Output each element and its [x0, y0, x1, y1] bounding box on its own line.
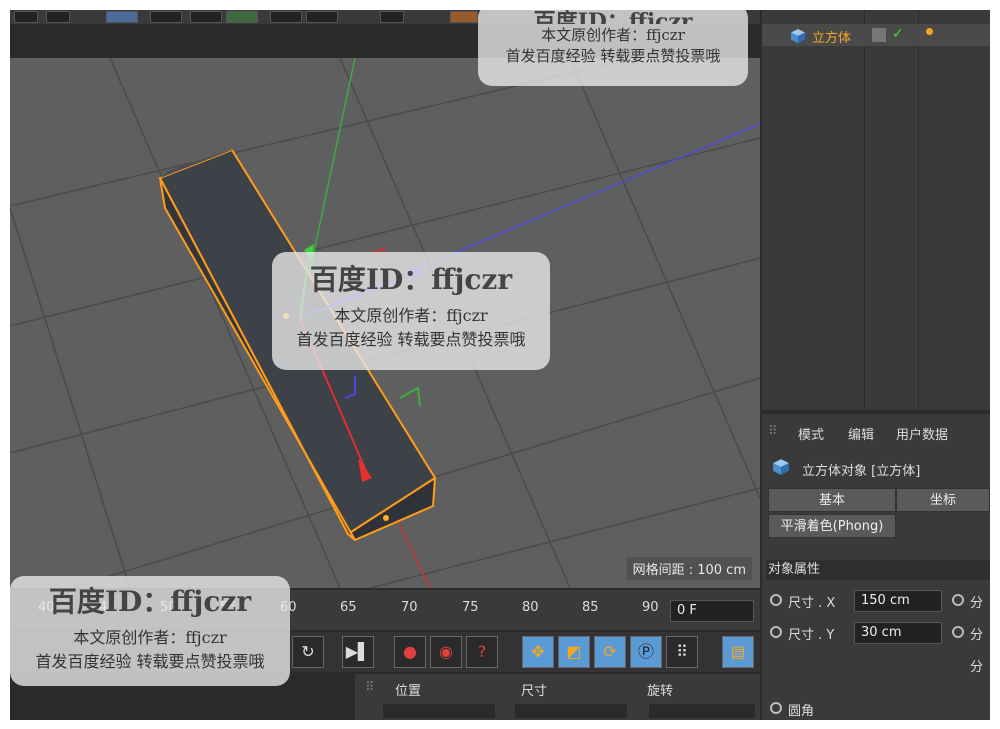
attribute-title: 立方体对象 [立方体]: [802, 464, 921, 479]
menu-user-data[interactable]: 用户数据: [896, 424, 948, 443]
radio-seg-y[interactable]: [952, 626, 964, 638]
radio-seg-x[interactable]: [952, 594, 964, 606]
attribute-manager: ⠿ 模式 编辑 用户数据 立方体对象 [立方体] 基本 坐标 平滑着色(Phon…: [762, 414, 990, 720]
nurbs-tool-icon[interactable]: [190, 11, 222, 23]
record-key-icon[interactable]: ●: [394, 636, 426, 668]
prop-label: 尺寸 . X: [788, 596, 836, 611]
tab-coord[interactable]: 坐标: [896, 488, 990, 512]
param-key-icon[interactable]: Ⓟ: [630, 636, 662, 668]
autokey-icon[interactable]: ◉: [430, 636, 462, 668]
play-icon[interactable]: [14, 11, 38, 23]
deformer-tool-icon[interactable]: [226, 11, 258, 23]
prop-size-z: 分: [970, 660, 984, 675]
prop-size-y: 尺寸 . Y 30 cm 分: [768, 622, 990, 646]
scale-key-icon[interactable]: ◩: [558, 636, 590, 668]
cube-icon: [791, 29, 805, 43]
key-help-icon[interactable]: ?: [466, 636, 498, 668]
check-icon[interactable]: ✓: [892, 26, 904, 42]
play-icon-2[interactable]: [46, 11, 70, 23]
radio-size-y[interactable]: [770, 626, 782, 638]
prop-label: 尺寸 . Y: [788, 628, 835, 643]
grip-icon: ⠿: [365, 680, 375, 695]
menu-edit[interactable]: 编辑: [848, 424, 874, 443]
loop-icon[interactable]: ↻: [292, 636, 324, 668]
watermark-bottom: 百度ID：ffjczr 本文原创作者：ffjczr 首发百度经验 转载要点赞投票…: [10, 576, 290, 686]
render-tool-icon[interactable]: [450, 11, 478, 23]
grip-icon: ⠿: [768, 424, 778, 439]
prop-fillet: 圆角: [768, 698, 990, 720]
material-tag-icon[interactable]: [926, 28, 933, 35]
menu-mode[interactable]: 模式: [798, 424, 824, 443]
scene-tool-icon[interactable]: [270, 11, 302, 23]
rotate-key-icon[interactable]: ⟳: [594, 636, 626, 668]
watermark-center: 百度ID：ffjczr 本文原创作者：ffjczr 首发百度经验 转载要点赞投票…: [272, 252, 550, 370]
watermark-top: 百度ID：ffjczr 本文原创作者：ffjczr 首发百度经验 转载要点赞投票…: [478, 10, 748, 86]
tab-basic[interactable]: 基本: [768, 488, 896, 512]
coord-rotation-header: 旋转: [647, 684, 674, 699]
camera-tool-icon[interactable]: [306, 11, 338, 23]
attribute-tabs: 基本 坐标 平滑着色(Phong): [768, 488, 990, 538]
object-name: 立方体: [812, 31, 852, 46]
coordinate-manager: ⠿ 位置 尺寸 旋转: [355, 674, 760, 720]
goto-end-icon[interactable]: ▶▌: [342, 636, 374, 668]
film-icon[interactable]: ▤: [722, 636, 754, 668]
cube-tool-icon[interactable]: [106, 11, 138, 23]
size-x-field[interactable]: 150 cm: [854, 590, 942, 612]
size-y-field[interactable]: 30 cm: [854, 622, 942, 644]
render-tag-icon[interactable]: [872, 28, 886, 42]
grid-spacing-label: 网格间距 : 100 cm: [626, 557, 752, 580]
radio-fillet[interactable]: [770, 702, 782, 714]
current-frame-field[interactable]: 0 F: [670, 600, 754, 622]
light-tool-icon[interactable]: [380, 11, 404, 23]
tab-phong[interactable]: 平滑着色(Phong): [768, 514, 896, 538]
object-manager: 立方体 ✓: [762, 10, 990, 410]
prop-size-x: 尺寸 . X 150 cm 分: [768, 590, 990, 614]
point-key-icon[interactable]: ⠿: [666, 636, 698, 668]
object-properties-section: 对象属性: [766, 560, 990, 580]
radio-size-x[interactable]: [770, 594, 782, 606]
spline-tool-icon[interactable]: [150, 11, 182, 23]
object-row-cube[interactable]: 立方体 ✓: [762, 24, 990, 46]
c4d-window: 网格间距 : 100 cm 立方体 ✓ ⠿ 模式 编辑 用户数据 立方体对象 […: [10, 10, 990, 720]
cube-icon: [773, 459, 789, 475]
move-key-icon[interactable]: ✥: [522, 636, 554, 668]
coord-position-header: 位置: [395, 684, 422, 699]
coord-size-header: 尺寸: [521, 684, 548, 699]
attribute-menu: ⠿ 模式 编辑 用户数据: [762, 420, 990, 444]
